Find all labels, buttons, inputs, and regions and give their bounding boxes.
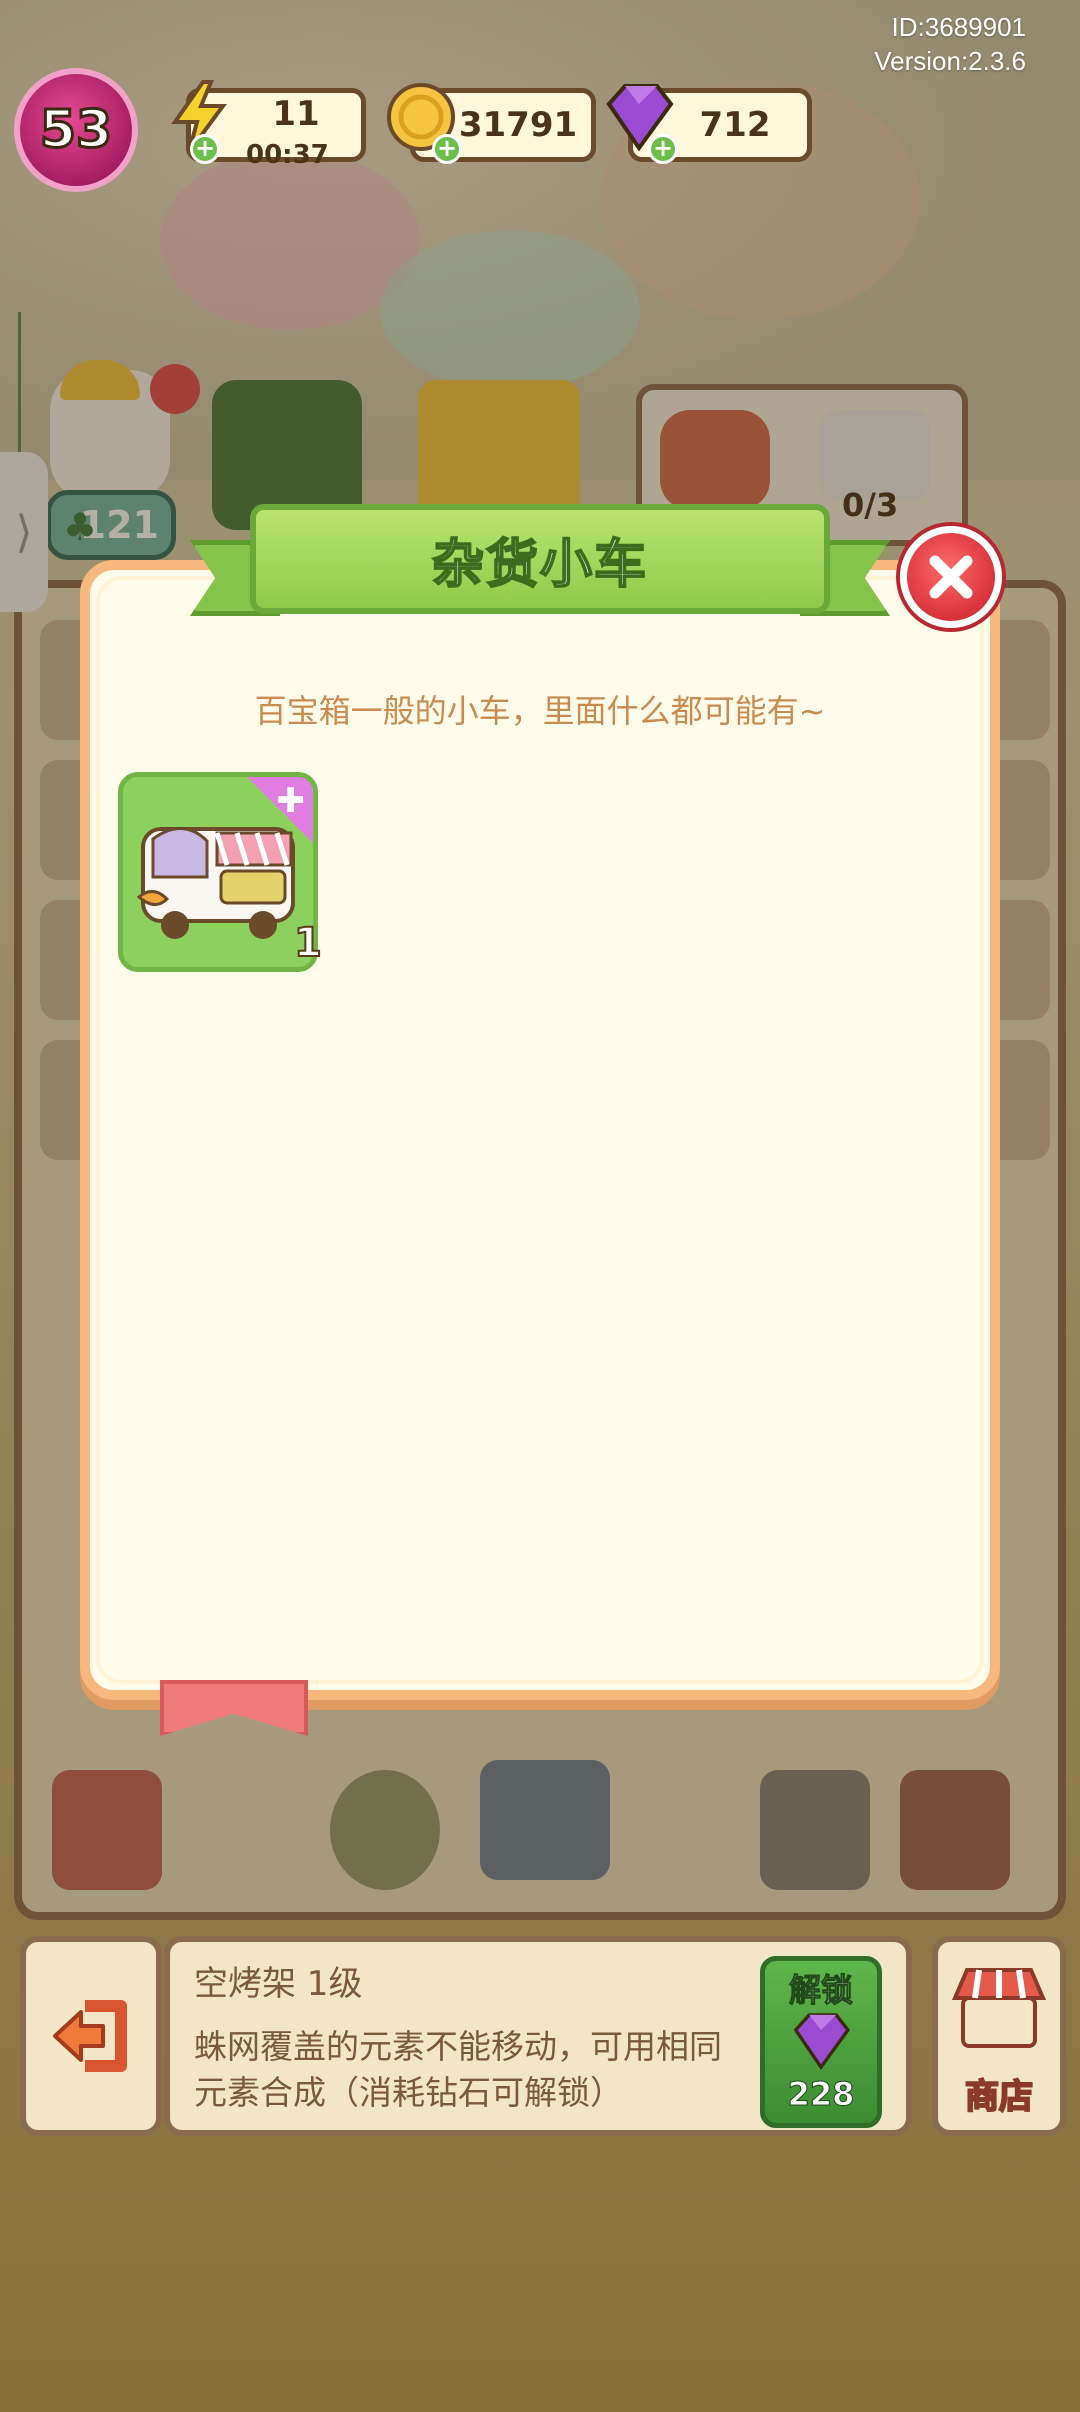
level-number: 53 [38,99,113,162]
exit-button[interactable] [20,1936,162,2136]
item-info-panel: 空烤架 1级 蛛网覆盖的元素不能移动，可用相同元素合成（消耗钻石可解锁） 解锁 … [164,1936,912,2136]
exit-icon [53,2000,127,2072]
modal-description: 百宝箱一般的小车，里面什么都可能有~ [254,692,826,730]
grocery-cart-item[interactable]: ✚ [118,772,318,972]
close-icon [929,555,973,599]
selected-item-title: 空烤架 1级 [194,1964,363,2004]
modal-title: 杂货小车 [431,534,648,596]
bottom-info-bar: 空烤架 1级 蛛网覆盖的元素不能移动，可用相同元素合成（消耗钻石可解锁） 解锁 … [14,1936,1066,2146]
gem-icon [793,2013,851,2071]
energy-timer: 00:37 [246,140,329,170]
shop-button[interactable]: 商店 [932,1936,1066,2136]
close-button[interactable] [900,526,1002,628]
coin-value: 31791 [458,105,578,145]
grocery-cart-icon [136,827,295,939]
add-energy-button[interactable]: + [190,134,220,164]
ribbon-banner: 杂货小车 [250,504,830,614]
unlock-label: 解锁 [788,1971,853,2010]
level-badge[interactable]: 53 [14,68,138,192]
item-count: 1 [293,919,323,967]
player-id: ID:3689901 [891,12,1026,42]
version-label: Version:2.3.6 [874,46,1026,76]
build-info: ID:3689901 Version:2.3.6 [874,10,1026,78]
shop-icon [951,1968,1047,2048]
modal-title-ribbon: 杂货小车 [190,500,890,630]
gem-value: 712 [699,105,771,145]
selected-item-description: 蛛网覆盖的元素不能移动，可用相同元素合成（消耗钻石可解锁） [194,2027,722,2112]
energy-value: 11 [272,94,320,134]
unlock-cost: 228 [787,2075,855,2114]
add-coins-button[interactable]: + [432,134,462,164]
shop-label: 商店 [964,2076,1034,2118]
unlock-button[interactable]: 解锁 228 [760,1956,882,2128]
modal-inner-edge [96,576,984,1684]
add-gems-button[interactable]: + [648,134,678,164]
